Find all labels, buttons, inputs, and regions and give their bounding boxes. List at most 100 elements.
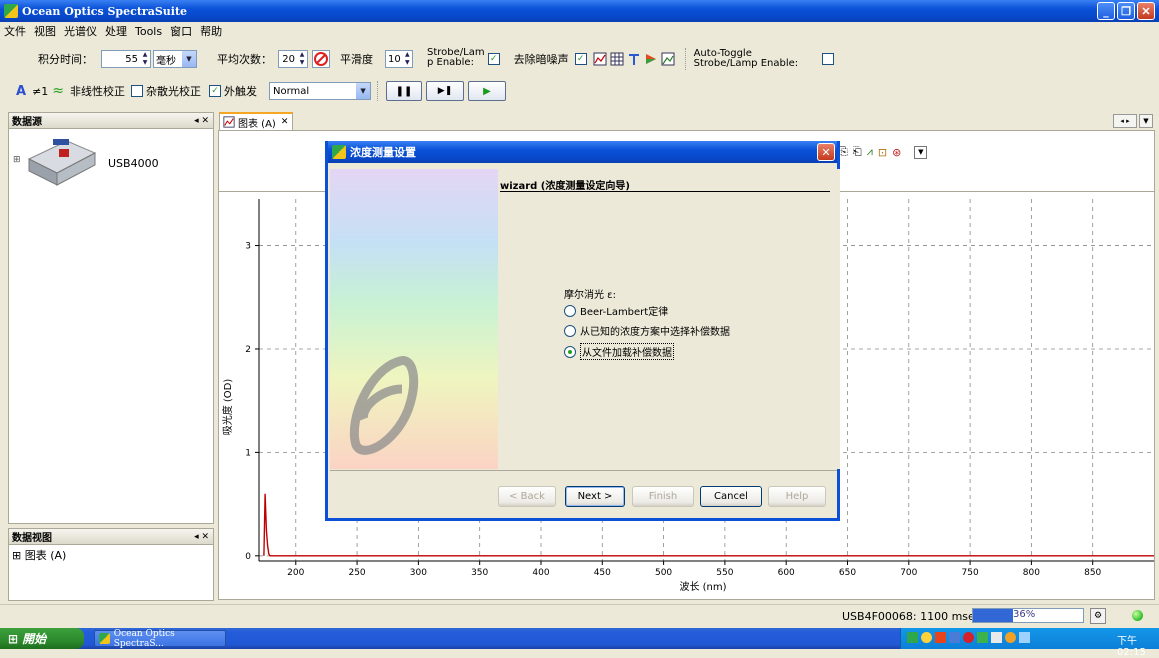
step-button[interactable]: ▶❚ [426, 81, 465, 101]
dialog-title-bar: 浓度测量设置 ✕ [328, 141, 837, 163]
start-button[interactable]: ⊞ 開始 [0, 628, 84, 649]
wave-icon[interactable]: ≈ [52, 83, 64, 99]
task-label: Ocean Optics SpectraS... [113, 628, 175, 649]
app-icon [4, 4, 18, 18]
tray-display-icon[interactable] [991, 632, 1002, 643]
x-tick-label: 700 [900, 568, 917, 578]
peak-icon[interactable]: ⩘ [867, 145, 873, 159]
chevron-down-icon: ▼ [356, 83, 371, 99]
trigger-mode-value: Normal [273, 85, 310, 97]
minimize-button[interactable]: _ [1097, 2, 1115, 20]
y-tick-label: 0 [245, 552, 251, 562]
tray-ime-icon[interactable] [907, 632, 918, 643]
menu-window[interactable]: 窗口 [166, 23, 196, 39]
menu-view[interactable]: 视图 [30, 23, 60, 39]
finish-button[interactable]: Finish [632, 486, 694, 507]
font-icon[interactable]: A [16, 84, 26, 99]
spin-arrows-icon[interactable]: ▲ ▼ [297, 51, 307, 67]
settings-icon[interactable]: ⚙ [1090, 608, 1106, 624]
averages-spinner[interactable]: 20 ▲ ▼ [278, 50, 308, 68]
next-button[interactable]: Next > [565, 486, 625, 507]
radio-beer-lambert[interactable] [564, 304, 576, 317]
integration-spinner[interactable]: 55 ▲ ▼ [101, 50, 151, 68]
menu-file[interactable]: 文件 [0, 23, 30, 39]
device-status-text: USB4F00068: 1100 msec [842, 610, 981, 623]
data-source-tree: ⊞ USB4000 [8, 129, 214, 524]
tab-chart-a[interactable]: 图表 (A) ✕ [219, 112, 293, 130]
data-view-item[interactable]: ⊞ 图表 (A) [12, 547, 66, 563]
stray-light-checkbox[interactable] [131, 85, 144, 97]
close-button[interactable]: ✕ [1137, 2, 1155, 20]
zoom-icon[interactable]: ⊡ [878, 146, 887, 159]
image-icon[interactable] [661, 52, 675, 66]
tray-network-icon[interactable] [921, 632, 932, 643]
tab-scroll-icon[interactable]: ◂ ▸ [1113, 114, 1137, 128]
dark-noise-checkbox[interactable]: ✓ [574, 53, 587, 65]
copy-icon[interactable]: ⎘ [839, 145, 848, 159]
acquisition-toolbar: 积分时间： 55 ▲ ▼ 毫秒 ▼ 平均次数： 20 ▲ ▼ 平滑度 10 ▲ ▼ S… [0, 46, 1159, 72]
wizard-logo [349, 356, 419, 455]
tray-volume-icon[interactable] [1019, 632, 1030, 643]
processing-toolbar: A ≠1 ≈ 非线性校正 杂散光校正 ✓ 外触发 Normal ▼ ❚❚ ▶❚ … [0, 80, 1159, 102]
overflow-chevron-icon[interactable]: ▼ [914, 145, 928, 159]
tray-antivirus-icon[interactable] [963, 632, 974, 643]
radio-load-from-file[interactable] [564, 345, 576, 358]
reset-icon[interactable]: ⊛ [892, 146, 901, 159]
chart-icon[interactable] [593, 52, 607, 66]
tray-sync-icon[interactable] [1005, 632, 1016, 643]
restore-button[interactable]: ❐ [1117, 2, 1135, 20]
menu-spectrometer[interactable]: 光谱仪 [60, 23, 101, 39]
menu-tools[interactable]: Tools [131, 25, 166, 38]
auto-toggle-line2: Strobe/Lamp Enable: [693, 58, 799, 69]
menu-bar: 文件 视图 光谱仪 处理 Tools 窗口 帮助 [0, 22, 1159, 40]
smoothing-label: 平滑度 [340, 53, 373, 66]
chart-tab-strip: 图表 (A) ✕ ◂ ▸ ▼ [218, 112, 1155, 130]
option-load-from-file[interactable]: 从文件加载补偿数据 [564, 343, 674, 360]
data-source-panel-header: 数据源 ◂ ✕ [8, 112, 214, 129]
tab-menu-icon[interactable]: ▼ [1139, 114, 1153, 128]
smoothing-spinner[interactable]: 10 ▲ ▼ [385, 50, 413, 68]
tray-update-icon[interactable] [977, 632, 988, 643]
external-trigger-checkbox[interactable]: ✓ [209, 85, 222, 97]
panel-controls[interactable]: ◂ ✕ [194, 116, 209, 126]
table-icon[interactable] [610, 52, 624, 66]
trigger-mode-select[interactable]: Normal ▼ [269, 82, 372, 100]
paste-icon[interactable]: ⎗ [853, 145, 862, 159]
tray-app-icon[interactable] [949, 632, 960, 643]
color-picker-icon[interactable] [644, 52, 658, 66]
text-tool-icon[interactable] [627, 52, 641, 66]
stop-icon[interactable] [312, 50, 330, 68]
averages-label: 平均次数： [217, 53, 272, 66]
taskbar-app-button[interactable]: Ocean Optics SpectraS... [94, 628, 226, 649]
menu-help[interactable]: 帮助 [196, 23, 226, 39]
x-tick-label: 550 [716, 568, 733, 578]
back-button[interactable]: < Back [498, 486, 556, 507]
dialog-close-button[interactable]: ✕ [817, 143, 835, 161]
tab-close-icon[interactable]: ✕ [281, 117, 289, 127]
integration-unit-select[interactable]: 毫秒 ▼ [153, 50, 197, 68]
data-views-title: 数据视图 [12, 533, 52, 544]
extinction-group-label: 摩尔消光 ε: [564, 290, 616, 301]
auto-toggle-checkbox[interactable] [822, 53, 835, 65]
pause-button[interactable]: ❚❚ [386, 81, 423, 101]
strobe-enable-checkbox[interactable]: ✓ [487, 53, 500, 65]
processing-progress-bar: 36% [972, 608, 1084, 623]
system-tray: 下午 02:15 [900, 628, 1159, 658]
tree-expander-icon[interactable]: ⊞ [13, 155, 21, 165]
x-tick-label: 450 [594, 568, 611, 578]
progress-text: 36% [1013, 609, 1036, 620]
cancel-button[interactable]: Cancel [700, 486, 762, 507]
option-known-concentration[interactable]: 从已知的浓度方案中选择补偿数据 [564, 323, 730, 338]
play-button[interactable]: ▶ [468, 81, 507, 101]
app-title: Ocean Optics SpectraSuite [22, 4, 188, 18]
spin-arrows-icon[interactable]: ▲ ▼ [140, 51, 150, 67]
tray-security-icon[interactable] [935, 632, 946, 643]
option-beer-lambert[interactable]: Beer-Lambert定律 [564, 303, 668, 318]
menu-process[interactable]: 处理 [101, 23, 131, 39]
overlay-toggle[interactable]: ≠1 [32, 85, 48, 98]
radio-known-concentration[interactable] [564, 324, 576, 337]
panel-controls[interactable]: ◂ ✕ [194, 532, 209, 542]
spin-arrows-icon[interactable]: ▲ ▼ [403, 51, 412, 67]
help-button[interactable]: Help [768, 486, 826, 507]
device-label[interactable]: USB4000 [108, 157, 159, 170]
